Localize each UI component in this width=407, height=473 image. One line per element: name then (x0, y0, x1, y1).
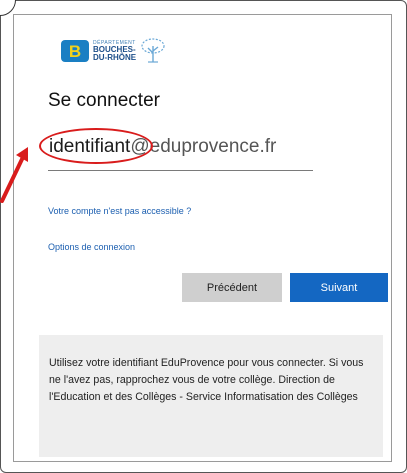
info-text: Utilisez votre identifiant EduProvence p… (49, 357, 364, 403)
highlight-ring (39, 128, 153, 164)
red-arrow-icon (0, 147, 28, 203)
screenshot-stage: B DÉPARTEMENT BOUCHES- DU-RHÔNE Se conne… (0, 0, 407, 473)
info-box: Utilisez votre identifiant EduProvence p… (39, 335, 383, 457)
page-title: Se connecter (48, 90, 160, 111)
signin-options-link[interactable]: Options de connexion (48, 242, 135, 252)
logo-text: DÉPARTEMENT BOUCHES- DU-RHÔNE (93, 40, 137, 62)
previous-button[interactable]: Précédent (182, 273, 282, 302)
account-inaccessible-link[interactable]: Votre compte n'est pas accessible ? (48, 206, 191, 216)
field-underline (48, 170, 313, 171)
logo-badge: B (61, 40, 89, 62)
logo-line2: DU-RHÔNE (93, 52, 137, 62)
next-button[interactable]: Suivant (290, 273, 388, 302)
identifier-text-wrapper: identifiant (39, 128, 153, 164)
username-field[interactable]: identifiant @eduprovence.fr (39, 128, 276, 164)
department-logo: B DÉPARTEMENT BOUCHES- DU-RHÔNE (61, 37, 166, 65)
signin-card: B DÉPARTEMENT BOUCHES- DU-RHÔNE Se conne… (13, 14, 392, 462)
olive-tree-icon (141, 38, 165, 63)
